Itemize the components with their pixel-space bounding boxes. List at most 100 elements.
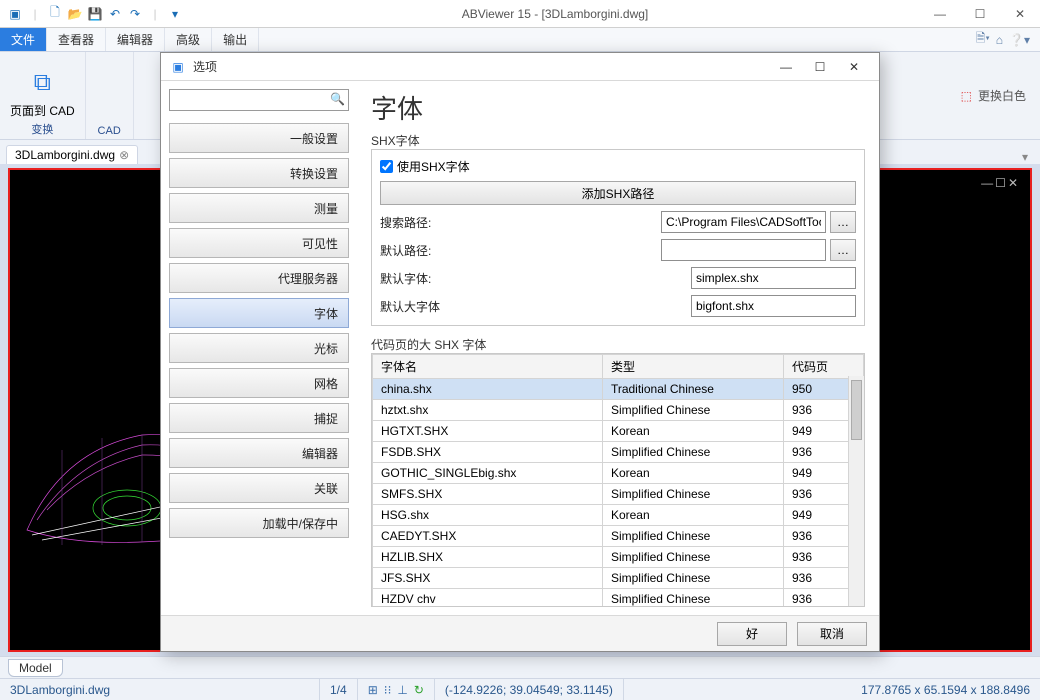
search-path-browse-button[interactable]: … <box>830 211 856 233</box>
scroll-thumb[interactable] <box>851 380 862 440</box>
col-codepage[interactable]: 代码页 <box>783 355 863 379</box>
change-bg-label[interactable]: 更换白色 <box>978 87 1026 104</box>
table-cell: SMFS.SHX <box>373 484 603 505</box>
win-maximize-icon[interactable]: ☐ <box>960 0 1000 28</box>
menu-doc-icon[interactable]: 🗎▾ <box>976 29 990 50</box>
options-nav-8[interactable]: 捕捉 <box>169 403 349 433</box>
qat-save-icon[interactable]: 💾 <box>86 5 104 23</box>
viewport-close-icon[interactable]: ✕ <box>1008 176 1018 190</box>
col-type[interactable]: 类型 <box>602 355 783 379</box>
model-tab[interactable]: Model <box>8 659 63 677</box>
options-nav-0[interactable]: 一般设置 <box>169 123 349 153</box>
viewport-min-icon[interactable]: — <box>981 176 993 190</box>
menu-home-icon[interactable]: ⌂ <box>996 33 1003 47</box>
default-path-browse-button[interactable]: … <box>830 239 856 261</box>
qat-dropdown-icon[interactable]: ▾ <box>166 5 184 23</box>
options-nav-4[interactable]: 代理服务器 <box>169 263 349 293</box>
col-fontname[interactable]: 字体名 <box>373 355 603 379</box>
options-search-input[interactable] <box>169 89 349 111</box>
table-row[interactable]: HSG.shxKorean949 <box>373 505 864 526</box>
table-row[interactable]: CAEDYT.SHXSimplified Chinese936 <box>373 526 864 547</box>
menu-tab-output[interactable]: 输出 <box>212 28 259 51</box>
options-nav-10[interactable]: 关联 <box>169 473 349 503</box>
options-nav-2[interactable]: 测量 <box>169 193 349 223</box>
codepage-table-wrap: 字体名 类型 代码页 china.shxTraditional Chinese9… <box>371 353 865 607</box>
table-row[interactable]: hztxt.shxSimplified Chinese936 <box>373 400 864 421</box>
use-shx-label: 使用SHX字体 <box>397 158 470 175</box>
dialog-close-icon[interactable]: ✕ <box>837 55 871 79</box>
doc-tab[interactable]: 3DLamborgini.dwg ⊗ <box>6 145 138 164</box>
table-cell: HSG.shx <box>373 505 603 526</box>
default-bigfont-input[interactable] <box>691 295 856 317</box>
table-cell: HGTXT.SHX <box>373 421 603 442</box>
search-path-input[interactable] <box>661 211 826 233</box>
table-row[interactable]: HGTXT.SHXKorean949 <box>373 421 864 442</box>
options-nav-9[interactable]: 编辑器 <box>169 438 349 468</box>
doc-tab-close-icon[interactable]: ⊗ <box>119 148 129 162</box>
menubar: 文件 查看器 编辑器 高级 输出 🗎▾ ⌂ ❔▾ <box>0 28 1040 52</box>
table-row[interactable]: JFS.SHXSimplified Chinese936 <box>373 568 864 589</box>
table-row[interactable]: HZLIB.SHXSimplified Chinese936 <box>373 547 864 568</box>
use-shx-checkbox[interactable]: 使用SHX字体 <box>380 158 856 175</box>
table-cell: GOTHIC_SINGLEbig.shx <box>373 463 603 484</box>
page-to-cad-icon: ⧉ <box>25 66 59 100</box>
use-shx-checkbox-input[interactable] <box>380 160 393 173</box>
status-tool-1-icon[interactable]: ⊞ <box>368 683 378 697</box>
table-cell: CAEDYT.SHX <box>373 526 603 547</box>
pdf-icon[interactable]: ⬚ <box>961 89 972 103</box>
table-row[interactable]: GOTHIC_SINGLEbig.shxKorean949 <box>373 463 864 484</box>
options-nav-11[interactable]: 加载中/保存中 <box>169 508 349 538</box>
search-path-label: 搜索路径: <box>380 214 460 231</box>
options-nav-6[interactable]: 光标 <box>169 333 349 363</box>
qat-redo-icon[interactable]: ↷ <box>126 5 144 23</box>
app-titlebar: ▣ | 🗋 📂 💾 ↶ ↷ | ▾ ABViewer 15 - [3DLambo… <box>0 0 1040 28</box>
dialog-maximize-icon[interactable]: ☐ <box>803 55 837 79</box>
table-scrollbar[interactable]: ▴ <box>848 376 864 606</box>
win-close-icon[interactable]: ✕ <box>1000 0 1040 28</box>
menu-tab-viewer[interactable]: 查看器 <box>47 28 106 51</box>
table-row[interactable]: HZDV chvSimplified Chinese936 <box>373 589 864 608</box>
table-cell: Simplified Chinese <box>602 400 783 421</box>
ribbon-group-cad: CAD <box>98 123 121 137</box>
ribbon-page-to-cad-button[interactable]: ⧉ 页面到 CAD <box>10 66 75 119</box>
table-row[interactable]: china.shxTraditional Chinese950 <box>373 379 864 400</box>
ribbon-group-convert: 变换 <box>31 119 53 137</box>
options-nav-1[interactable]: 转换设置 <box>169 158 349 188</box>
default-path-input[interactable] <box>661 239 826 261</box>
dialog-titlebar: ▣ 选项 — ☐ ✕ <box>161 53 879 81</box>
ribbon-page-to-cad-label: 页面到 CAD <box>10 102 75 119</box>
status-pages: 1/4 <box>330 683 347 697</box>
qat-new-icon[interactable]: 🗋 <box>46 5 64 23</box>
options-nav-3[interactable]: 可见性 <box>169 228 349 258</box>
viewport-max-icon[interactable]: ☐ <box>995 176 1006 190</box>
dialog-icon: ▣ <box>169 58 187 76</box>
qat-open-icon[interactable]: 📂 <box>66 5 84 23</box>
status-tool-3-icon[interactable]: ⊥ <box>397 683 407 697</box>
options-nav-7[interactable]: 网格 <box>169 368 349 398</box>
table-cell: JFS.SHX <box>373 568 603 589</box>
qat-undo-icon[interactable]: ↶ <box>106 5 124 23</box>
ok-button[interactable]: 好 <box>717 622 787 646</box>
status-tool-2-icon[interactable]: ⁝⁝ <box>384 683 392 697</box>
dialog-sidebar: 🔍 一般设置转换设置测量可见性代理服务器字体光标网格捕捉编辑器关联加载中/保存中 <box>161 81 357 615</box>
table-cell: Korean <box>602 463 783 484</box>
qat-cube-icon[interactable]: ▣ <box>6 5 24 23</box>
menu-tab-file[interactable]: 文件 <box>0 28 47 51</box>
status-tool-4-icon[interactable]: ↻ <box>414 683 424 697</box>
cancel-button[interactable]: 取消 <box>797 622 867 646</box>
dialog-minimize-icon[interactable]: — <box>769 55 803 79</box>
codepage-table[interactable]: 字体名 类型 代码页 china.shxTraditional Chinese9… <box>372 354 864 607</box>
default-font-input[interactable] <box>691 267 856 289</box>
table-cell: FSDB.SHX <box>373 442 603 463</box>
menu-tab-advanced[interactable]: 高级 <box>165 28 212 51</box>
doc-tabs-overflow-icon[interactable]: ▾ <box>1016 150 1034 164</box>
table-cell: hztxt.shx <box>373 400 603 421</box>
win-minimize-icon[interactable]: — <box>920 0 960 28</box>
table-row[interactable]: SMFS.SHXSimplified Chinese936 <box>373 484 864 505</box>
table-row[interactable]: FSDB.SHXSimplified Chinese936 <box>373 442 864 463</box>
menu-tab-editor[interactable]: 编辑器 <box>106 28 165 51</box>
add-shx-path-button[interactable]: 添加SHX路径 <box>380 181 856 205</box>
window-title: ABViewer 15 - [3DLamborgini.dwg] <box>190 7 920 21</box>
menu-help-icon[interactable]: ❔▾ <box>1009 33 1030 47</box>
options-nav-5[interactable]: 字体 <box>169 298 349 328</box>
